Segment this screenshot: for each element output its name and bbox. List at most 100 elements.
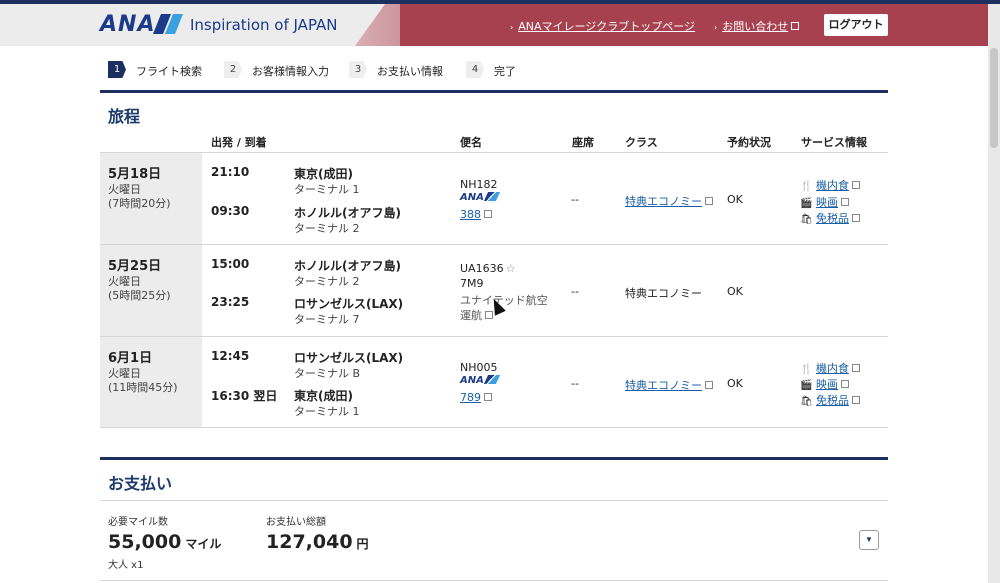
departure-airport: ホノルル(オアフ島) [294, 259, 401, 273]
miles-total: 55,000 マイル [108, 531, 221, 553]
departure-airport: 東京(成田) [294, 167, 353, 181]
segment-duration: (5時間25分) [108, 289, 171, 302]
service-dutyfree-link[interactable]: 🛍 免税品 [800, 210, 860, 226]
step-label: フライト検索 [136, 65, 202, 78]
logout-button[interactable]: ログアウト [824, 14, 888, 36]
operated-suffix: 運航 [460, 309, 482, 322]
chevron-right-icon: › [510, 23, 514, 32]
ana-logo-stripes-icon [153, 14, 183, 34]
site-header: ANA Inspiration of JAPAN › ANAマイレージクラブトップ… [0, 4, 988, 46]
aircraft-link[interactable]: 388 [460, 208, 492, 221]
segment-date: 5月18日 [108, 167, 162, 182]
row-date-cell: 6月1日 火曜日 (11時間45分) [100, 337, 202, 427]
aircraft-link[interactable]: 789 [460, 391, 492, 404]
contact-label: お問い合わせ [722, 20, 789, 33]
meal-icon: 🍴 [800, 364, 813, 375]
fare-class-link[interactable]: 特典エコノミー [625, 193, 713, 209]
miles-unit: マイル [185, 537, 222, 551]
step-label: 完了 [494, 65, 516, 78]
arrival-time: 09:30 [211, 204, 250, 218]
col-depart-arrive: 出発 / 到着 [211, 136, 267, 149]
miles-label: 必要マイル数 [108, 517, 168, 528]
operated-by-label: 運航 [460, 307, 493, 323]
arrival-terminal: ターミナル 7 [294, 313, 360, 326]
col-seat: 座席 [572, 136, 594, 149]
departure-terminal: ターミナル B [294, 367, 361, 380]
contact-link[interactable]: › お問い合わせ [714, 18, 800, 34]
itinerary-title: 旅程 [108, 107, 141, 126]
booking-status: OK [727, 285, 743, 298]
segment-date: 5月25日 [108, 259, 162, 274]
itinerary-row: 5月25日 火曜日 (5時間25分) 15:00 ホノルル(オアフ島) ターミナ… [100, 244, 888, 336]
seat-value: -- [571, 285, 579, 298]
service-meal-link[interactable]: 🍴 機内食 [800, 177, 860, 193]
departure-time: 12:45 [211, 349, 250, 363]
site-tagline: Inspiration of JAPAN [190, 16, 338, 34]
seat-value: -- [571, 377, 579, 390]
fare-class-label: 特典エコノミー [625, 287, 702, 300]
payment-details-toggle[interactable]: ▼ [859, 530, 879, 550]
flight-number: UA1636 ☆ [460, 262, 515, 275]
service-movie-link[interactable]: 🎬 映画 [800, 376, 849, 392]
service-label: 免税品 [816, 394, 849, 407]
payment-total-value: 127,040 [266, 531, 353, 553]
aircraft-code: 7M9 [460, 277, 484, 290]
payment-total-label: お支払い総額 [266, 517, 326, 528]
service-label: 映画 [816, 196, 838, 209]
payment-bottom-divider [100, 580, 888, 581]
payment-total-unit: 円 [356, 537, 369, 551]
dutyfree-icon: 🛍 [800, 214, 813, 225]
booking-status: OK [727, 377, 743, 390]
fare-class-link[interactable]: 特典エコノミー [625, 377, 713, 393]
carrier-logo-text: ANA [460, 375, 484, 386]
movie-icon: 🎬 [800, 380, 813, 391]
mileage-club-top-link[interactable]: › ANAマイレージクラブトップページ [510, 18, 695, 34]
itinerary-row: 5月18日 火曜日 (7時間20分) 21:10 東京(成田) ターミナル 1 … [100, 152, 888, 244]
departure-terminal: ターミナル 2 [294, 275, 360, 288]
ana-stripes-icon [483, 375, 500, 384]
col-flight: 便名 [460, 136, 482, 149]
service-dutyfree-link[interactable]: 🛍 免税品 [800, 392, 860, 408]
arrival-time: 23:25 [211, 295, 250, 309]
step-number: 1 [108, 61, 126, 78]
step-number: 2 [224, 61, 242, 78]
step-label: お支払い情報 [377, 65, 443, 78]
mileage-club-top-label: ANAマイレージクラブトップページ [518, 20, 696, 33]
departure-time: 15:00 [211, 257, 250, 271]
arrival-airport: ロサンゼルス(LAX) [294, 297, 404, 311]
fare-class-label: 特典エコノミー [625, 195, 702, 208]
step-label: お客様情報入力 [252, 65, 329, 78]
aircraft-code: 388 [460, 208, 481, 221]
external-link-icon [705, 197, 713, 205]
segment-duration: (7時間20分) [108, 197, 171, 210]
row-date-cell: 5月18日 火曜日 (7時間20分) [100, 153, 202, 244]
miles-value: 55,000 [108, 531, 182, 553]
step-number: 3 [349, 61, 367, 78]
external-link-icon [705, 381, 713, 389]
external-link-icon [791, 22, 800, 30]
service-label: 免税品 [816, 212, 849, 225]
passenger-count: 大人 x1 [108, 560, 144, 571]
segment-date: 6月1日 [108, 351, 153, 366]
ana-stripes-icon [483, 192, 500, 201]
payment-title: お支払い [108, 474, 173, 493]
scrollbar-thumb[interactable] [990, 48, 998, 148]
star-icon: ☆ [505, 262, 516, 275]
external-link-icon [852, 214, 860, 222]
step-number: 4 [466, 61, 484, 78]
departure-time: 21:10 [211, 165, 250, 179]
external-link-icon [852, 364, 860, 372]
external-link-icon [841, 198, 849, 206]
row-date-cell: 5月25日 火曜日 (5時間25分) [100, 245, 202, 336]
service-meal-link[interactable]: 🍴 機内食 [800, 360, 860, 376]
external-link-icon [485, 311, 493, 319]
external-link-icon [841, 380, 849, 388]
service-movie-link[interactable]: 🎬 映画 [800, 194, 849, 210]
col-status: 予約状況 [727, 136, 771, 149]
dutyfree-icon: 🛍 [800, 396, 813, 407]
service-label: 機内食 [816, 179, 849, 192]
ana-logo[interactable]: ANA [100, 12, 155, 37]
arrival-airport: ホノルル(オアフ島) [294, 206, 401, 220]
service-label: 映画 [816, 378, 838, 391]
departure-terminal: ターミナル 1 [294, 183, 360, 196]
